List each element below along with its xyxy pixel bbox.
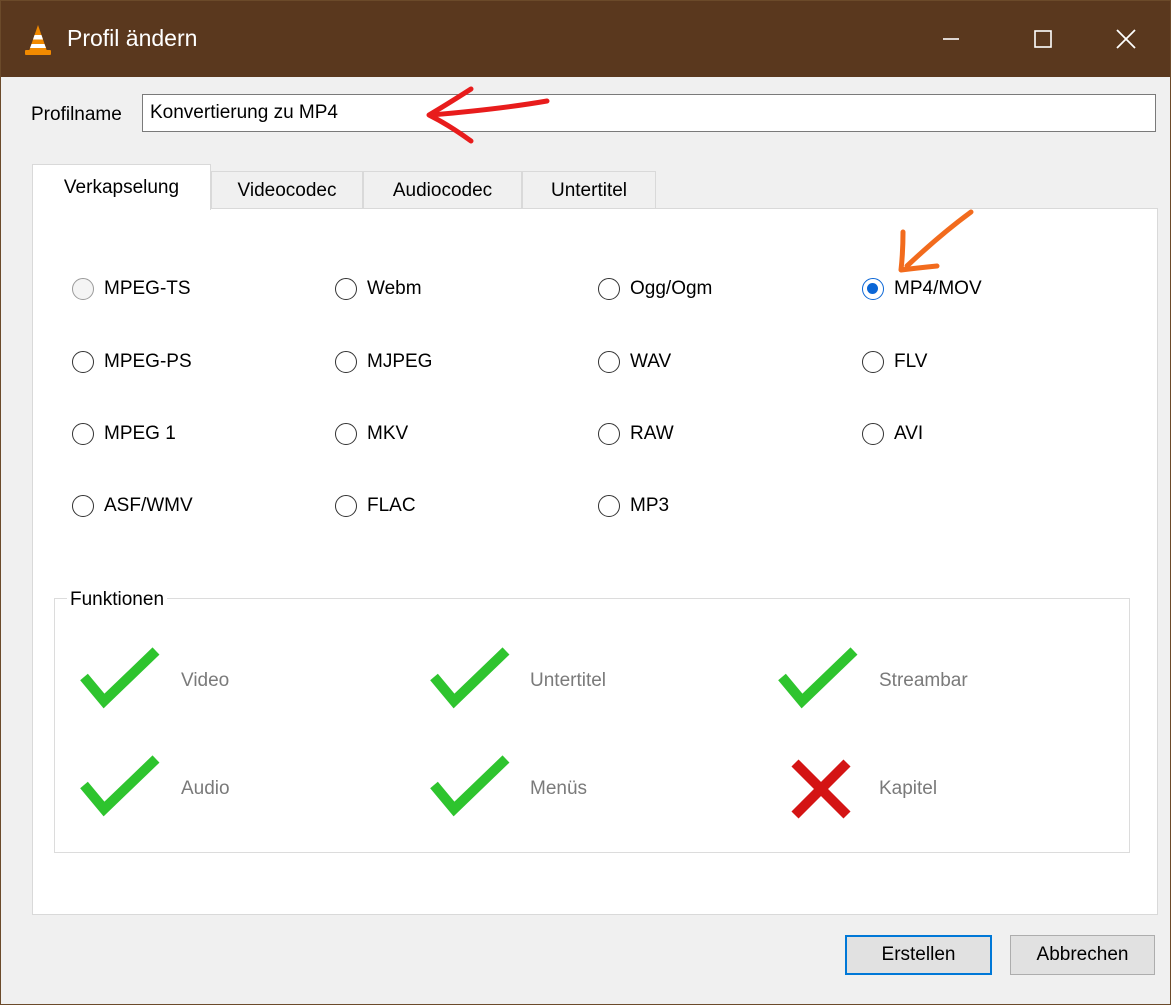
- tab-audiocodec[interactable]: Audiocodec: [363, 171, 522, 209]
- radio-circle: [862, 423, 884, 445]
- create-button[interactable]: Erstellen: [845, 935, 992, 975]
- radio-webm[interactable]: Webm: [335, 278, 422, 300]
- vlc-cone-icon: [25, 25, 51, 55]
- radio-avi[interactable]: AVI: [862, 423, 923, 445]
- window-title: Profil ändern: [67, 25, 198, 51]
- close-icon: [1116, 29, 1136, 49]
- radio-label: MP4/MOV: [894, 278, 982, 299]
- feature-label-audio: Audio: [181, 778, 230, 799]
- radio-mpeg-1[interactable]: MPEG 1: [72, 423, 176, 445]
- radio-label: Webm: [367, 278, 422, 299]
- check-icon: [80, 755, 160, 817]
- radio-label: ASF/WMV: [104, 495, 193, 516]
- radio-mpeg-ts[interactable]: MPEG-TS: [72, 278, 191, 300]
- radio-circle: [598, 423, 620, 445]
- check-icon: [430, 755, 510, 817]
- radio-mp4-mov[interactable]: MP4/MOV: [862, 278, 982, 300]
- feature-label-untertitel: Untertitel: [530, 670, 607, 691]
- features-group-title: Funktionen: [67, 589, 168, 611]
- feature-label-video: Video: [181, 670, 230, 691]
- radio-mjpeg[interactable]: MJPEG: [335, 351, 432, 373]
- radio-asf-wmv[interactable]: ASF/WMV: [72, 495, 193, 517]
- radio-wav[interactable]: WAV: [598, 351, 671, 373]
- radio-label: MPEG-PS: [104, 351, 192, 372]
- radio-circle: [598, 278, 620, 300]
- feature-label-kapitel: Kapitel: [879, 778, 938, 799]
- radio-raw[interactable]: RAW: [598, 423, 674, 445]
- radio-label: MPEG-TS: [104, 278, 191, 299]
- radio-circle: [72, 351, 94, 373]
- radio-label: MKV: [367, 423, 409, 444]
- radio-circle: [72, 278, 94, 300]
- radio-mp3[interactable]: MP3: [598, 495, 669, 517]
- feature-label-streambar: Streambar: [879, 670, 968, 691]
- cancel-button[interactable]: Abbrechen: [1010, 935, 1155, 975]
- radio-flv[interactable]: FLV: [862, 351, 927, 373]
- radio-mpeg-ps[interactable]: MPEG-PS: [72, 351, 192, 373]
- radio-circle: [72, 423, 94, 445]
- radio-circle: [335, 423, 357, 445]
- profile-name-label: Profilname: [31, 104, 122, 125]
- features-groupbox: [54, 598, 1130, 853]
- radio-label: Ogg/Ogm: [630, 278, 713, 299]
- profile-name-input[interactable]: [142, 94, 1156, 132]
- check-icon: [430, 647, 510, 709]
- maximize-icon: [1034, 30, 1052, 48]
- radio-label: FLAC: [367, 495, 416, 516]
- title-bar[interactable]: Profil ändern: [1, 1, 1170, 77]
- check-icon: [80, 647, 160, 709]
- radio-label: MJPEG: [367, 351, 433, 372]
- radio-circle: [335, 278, 357, 300]
- radio-label: MP3: [630, 495, 670, 516]
- radio-mkv[interactable]: MKV: [335, 423, 408, 445]
- radio-circle: [862, 351, 884, 373]
- feature-label-menus: Menüs: [530, 778, 588, 799]
- check-icon: [778, 647, 858, 709]
- radio-circle: [598, 351, 620, 373]
- radio-circle-selected: [862, 278, 884, 300]
- radio-label: FLV: [894, 351, 928, 372]
- radio-label: WAV: [630, 351, 672, 372]
- radio-circle: [335, 495, 357, 517]
- minimize-button[interactable]: [905, 1, 997, 77]
- radio-circle: [598, 495, 620, 517]
- radio-ogg-ogm[interactable]: Ogg/Ogm: [598, 278, 712, 300]
- minimize-icon: [943, 38, 959, 40]
- radio-label: AVI: [894, 423, 924, 444]
- tab-videocodec[interactable]: Videocodec: [211, 171, 363, 209]
- radio-label: MPEG 1: [104, 423, 176, 444]
- maximize-button[interactable]: [997, 1, 1089, 77]
- close-button[interactable]: [1080, 1, 1171, 77]
- profile-dialog: Profil ändern Profilname Verkapselung Vi…: [0, 0, 1171, 1005]
- radio-circle: [72, 495, 94, 517]
- radio-flac[interactable]: FLAC: [335, 495, 416, 517]
- radio-label: RAW: [630, 423, 674, 444]
- tab-verkapselung[interactable]: Verkapselung: [32, 164, 211, 210]
- tab-untertitel[interactable]: Untertitel: [522, 171, 656, 209]
- cross-icon: [791, 759, 851, 819]
- radio-circle: [335, 351, 357, 373]
